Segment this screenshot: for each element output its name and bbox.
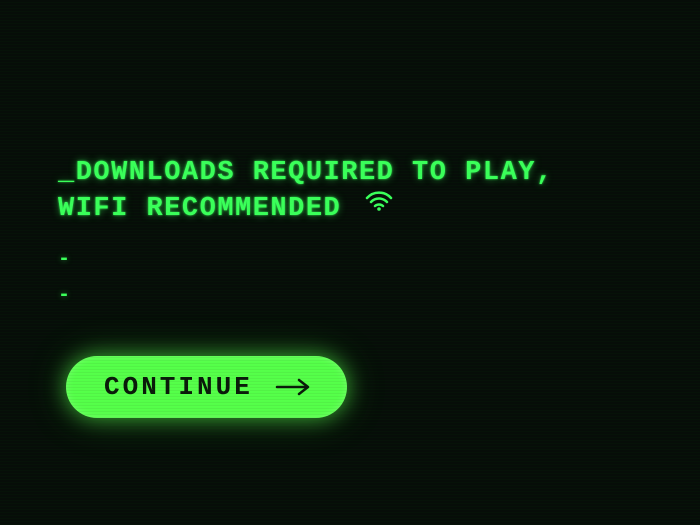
loading-indicator: - -	[58, 244, 642, 312]
wifi-icon	[365, 188, 393, 224]
cursor-prefix: _	[58, 158, 76, 188]
dash-2: -	[58, 280, 642, 312]
continue-button[interactable]: CONTINUE	[66, 356, 347, 418]
dash-1: -	[58, 244, 642, 276]
continue-button-label: CONTINUE	[104, 372, 253, 402]
arrow-right-icon	[275, 377, 313, 397]
message-text: DOWNLOADS REQUIRED TO PLAY, WIFI RECOMME…	[58, 158, 554, 224]
download-prompt-panel: _DOWNLOADS REQUIRED TO PLAY, WIFI RECOMM…	[0, 0, 700, 418]
download-message: _DOWNLOADS REQUIRED TO PLAY, WIFI RECOMM…	[58, 155, 642, 228]
